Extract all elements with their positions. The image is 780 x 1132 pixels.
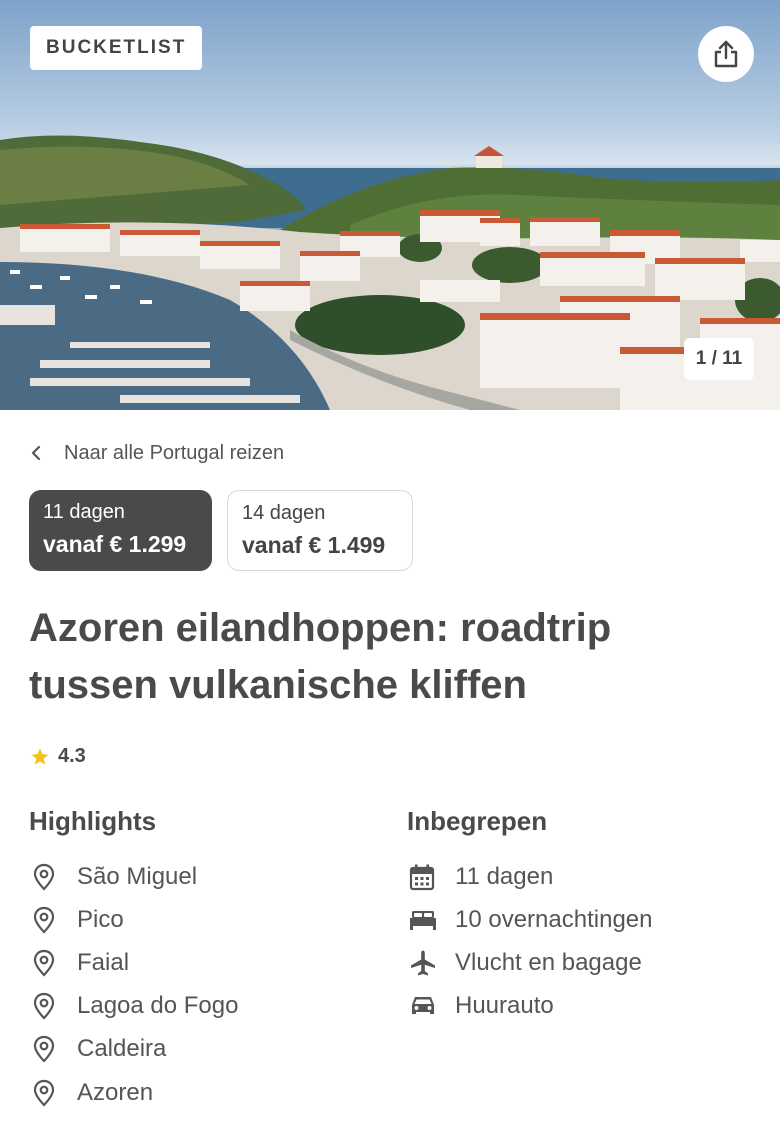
rating-value: 4.3 (58, 745, 86, 767)
rating: 4.3 (30, 745, 86, 768)
included-label: Huurauto (455, 992, 554, 1020)
airplane-icon (409, 949, 455, 977)
hero-image-carousel[interactable]: BUCKETLIST 1 / 11 (0, 0, 780, 410)
location-pin-icon (31, 949, 77, 977)
included-heading: Inbegrepen (407, 806, 548, 836)
bed-icon (409, 909, 455, 931)
included-item: 10 overnachtingen (409, 898, 652, 941)
included-item: Vlucht en bagage (409, 941, 652, 984)
highlight-item: Azoren (31, 1071, 238, 1114)
page-title: Azoren eilandhoppen: roadtrip tussen vul… (29, 606, 612, 707)
image-counter: 1 / 11 (684, 338, 754, 380)
car-icon (409, 994, 455, 1018)
option-price: vanaf € 1.299 (43, 531, 187, 557)
included-label: Vlucht en bagage (455, 948, 642, 976)
included-list: 11 dagen 10 overnachtingen Vlucht en bag… (409, 855, 652, 1028)
back-to-portugal-link[interactable]: Naar alle Portugal reizen (30, 438, 284, 468)
chevron-left-icon (30, 445, 64, 461)
highlight-label: Caldeira (77, 1035, 167, 1063)
highlight-item: São Miguel (31, 855, 238, 898)
location-pin-icon (31, 992, 77, 1020)
highlight-label: Azoren (77, 1078, 154, 1106)
included-item: 11 dagen (409, 855, 652, 898)
highlight-label: Pico (77, 905, 124, 933)
included-label: 11 dagen (455, 862, 554, 890)
calendar-icon (409, 863, 455, 891)
highlight-item: Faial (31, 941, 238, 984)
back-link-label: Naar alle Portugal reizen (64, 441, 285, 464)
highlight-label: São Miguel (77, 862, 198, 890)
option-14-dagen[interactable]: 14 dagen vanaf € 1.499 (227, 490, 413, 571)
option-11-dagen[interactable]: 11 dagen vanaf € 1.299 (29, 490, 212, 571)
location-pin-icon (31, 906, 77, 934)
option-days: 14 dagen (242, 502, 326, 524)
highlight-label: Faial (77, 948, 130, 976)
included-item: Huurauto (409, 985, 652, 1028)
highlight-item: Pico (31, 898, 238, 941)
highlights-list: São Miguel Pico Faial Lagoa do Fogo Cald… (31, 855, 238, 1114)
location-pin-icon (31, 1079, 77, 1107)
option-price: vanaf € 1.499 (242, 532, 386, 558)
share-button[interactable] (698, 26, 754, 82)
highlight-label: Lagoa do Fogo (77, 992, 239, 1020)
bucketlist-badge: BUCKETLIST (30, 26, 203, 70)
location-pin-icon (31, 1035, 77, 1063)
star-icon (31, 748, 49, 764)
option-days: 11 dagen (43, 501, 125, 523)
highlights-heading: Highlights (29, 806, 157, 836)
included-label: 10 overnachtingen (455, 905, 653, 933)
location-pin-icon (31, 863, 77, 891)
highlight-item: Lagoa do Fogo (31, 985, 238, 1028)
highlight-item: Caldeira (31, 1028, 238, 1071)
share-icon (714, 40, 738, 68)
